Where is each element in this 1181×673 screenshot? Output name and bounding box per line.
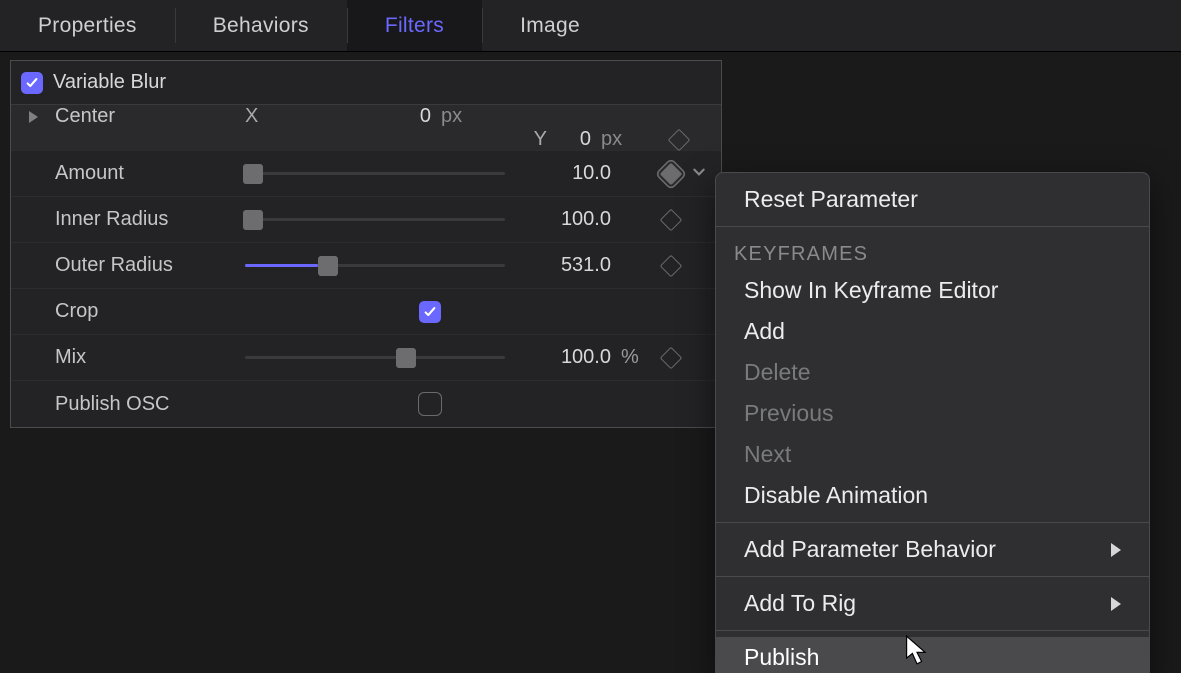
menu-item-label: Add To Rig [744, 590, 856, 617]
param-label: Inner Radius [55, 208, 245, 231]
tab-behaviors[interactable]: Behaviors [175, 0, 347, 51]
mix-unit: % [615, 346, 655, 369]
amount-slider[interactable] [245, 162, 505, 186]
submenu-arrow-icon [1111, 543, 1121, 557]
keyframe-diamond-icon[interactable] [660, 346, 683, 369]
keyframe-diamond-icon[interactable] [660, 162, 683, 185]
menu-previous-keyframe[interactable]: Previous [716, 393, 1149, 434]
crop-checkbox[interactable] [419, 301, 441, 323]
param-row-center: Center X 0 px Y 0 px [11, 105, 721, 151]
inner-radius-value[interactable]: 100.0 [505, 208, 615, 231]
outer-radius-value[interactable]: 531.0 [505, 254, 615, 277]
center-x-value[interactable]: 0 [395, 105, 435, 128]
center-y-unit: px [595, 128, 665, 151]
keyframe-diamond-icon[interactable] [668, 128, 691, 151]
submenu-arrow-icon [1111, 597, 1121, 611]
menu-separator [716, 522, 1149, 523]
menu-add-parameter-behavior[interactable]: Add Parameter Behavior [716, 529, 1149, 570]
chevron-down-icon[interactable] [692, 162, 706, 185]
parameter-context-menu: Reset Parameter KEYFRAMES Show In Keyfra… [715, 172, 1150, 673]
param-label: Mix [55, 346, 245, 369]
menu-next-keyframe[interactable]: Next [716, 434, 1149, 475]
menu-add-keyframe[interactable]: Add [716, 311, 1149, 352]
keyframe-diamond-icon[interactable] [660, 208, 683, 231]
publish-osc-checkbox[interactable] [418, 392, 442, 416]
param-label: Amount [55, 162, 245, 185]
param-row-inner-radius: Inner Radius 100.0 [11, 197, 721, 243]
menu-delete-keyframe[interactable]: Delete [716, 352, 1149, 393]
mix-value[interactable]: 100.0 [505, 346, 615, 369]
filter-header: Variable Blur [11, 61, 721, 105]
filter-name: Variable Blur [53, 71, 166, 94]
param-label: Publish OSC [55, 393, 245, 416]
mix-slider[interactable] [245, 346, 505, 370]
center-y-value[interactable]: 0 [555, 128, 595, 151]
outer-radius-slider[interactable] [245, 254, 505, 278]
tab-image[interactable]: Image [482, 0, 618, 51]
param-row-amount: Amount 10.0 [11, 151, 721, 197]
tab-filters[interactable]: Filters [347, 0, 482, 51]
menu-add-to-rig[interactable]: Add To Rig [716, 583, 1149, 624]
filter-inspector-panel: Variable Blur Center X 0 px Y 0 px Amoun… [10, 60, 722, 428]
menu-show-keyframe-editor[interactable]: Show In Keyframe Editor [716, 270, 1149, 311]
param-row-outer-radius: Outer Radius 531.0 [11, 243, 721, 289]
inner-radius-slider[interactable] [245, 208, 505, 232]
menu-section-keyframes: KEYFRAMES [716, 233, 1149, 270]
param-row-crop: Crop [11, 289, 721, 335]
menu-separator [716, 576, 1149, 577]
axis-y-label: Y [435, 128, 555, 151]
param-label: Crop [55, 300, 245, 323]
menu-item-label: Add Parameter Behavior [744, 536, 996, 563]
param-row-publish-osc: Publish OSC [11, 381, 721, 427]
filter-enable-checkbox[interactable] [21, 72, 43, 94]
inspector-tabbar: Properties Behaviors Filters Image [0, 0, 1181, 52]
tab-properties[interactable]: Properties [0, 0, 175, 51]
amount-value[interactable]: 10.0 [505, 162, 615, 185]
param-row-mix: Mix 100.0 % [11, 335, 721, 381]
menu-disable-animation[interactable]: Disable Animation [716, 475, 1149, 516]
param-label: Center [55, 105, 245, 128]
menu-separator [716, 226, 1149, 227]
param-label: Outer Radius [55, 254, 245, 277]
menu-publish[interactable]: Publish [716, 637, 1149, 673]
disclosure-triangle-icon[interactable] [29, 111, 38, 123]
menu-separator [716, 630, 1149, 631]
center-x-unit: px [435, 105, 555, 128]
axis-x-label: X [245, 105, 395, 128]
menu-reset-parameter[interactable]: Reset Parameter [716, 179, 1149, 220]
keyframe-diamond-icon[interactable] [660, 254, 683, 277]
